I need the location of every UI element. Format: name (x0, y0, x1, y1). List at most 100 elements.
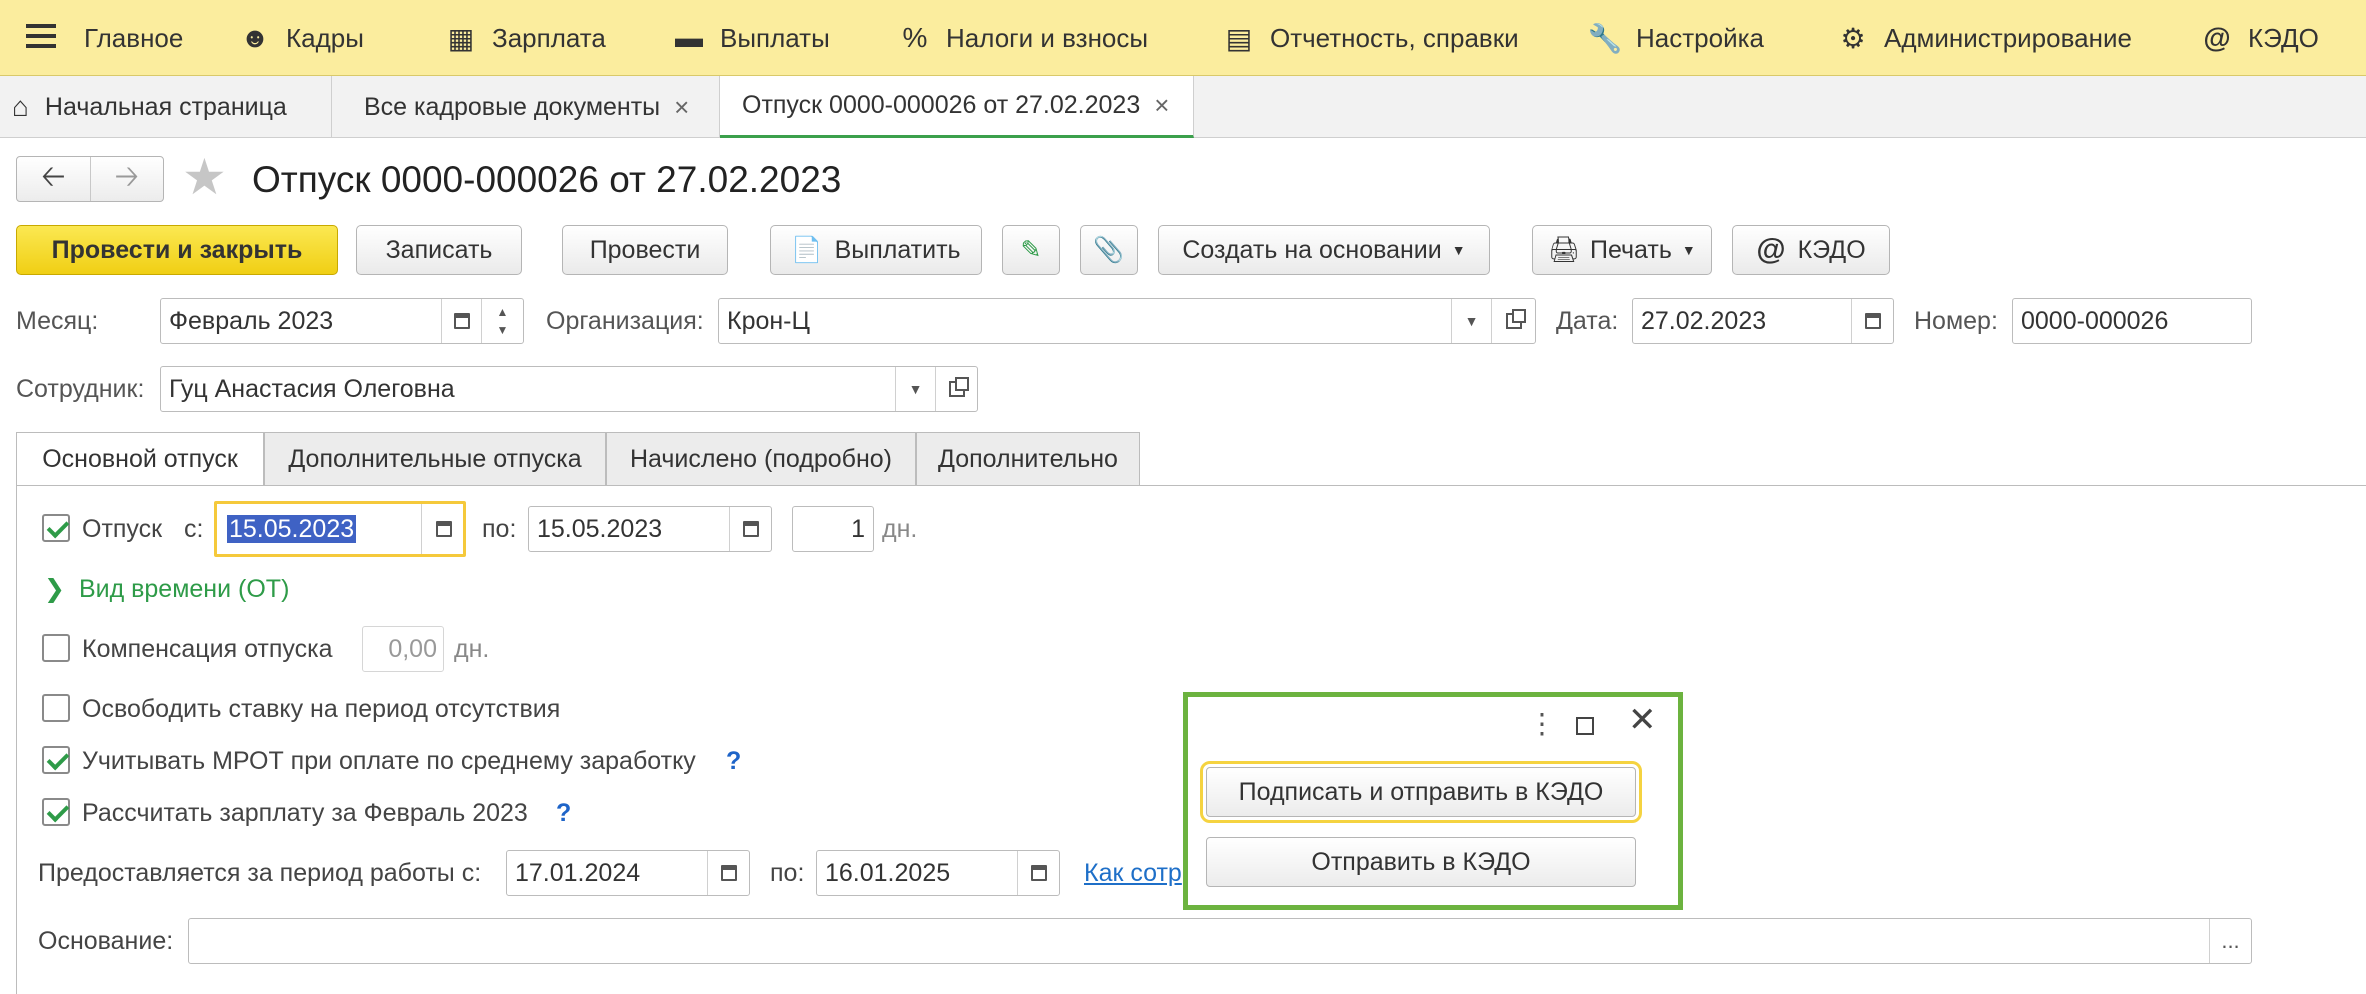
sign-button[interactable]: ✎ (1002, 225, 1060, 275)
menu-item-reports[interactable]: ▤ Отчетность, справки (1222, 0, 1519, 76)
paperclip-icon: 📎 (1093, 235, 1125, 264)
vacation-checkbox[interactable] (42, 514, 70, 542)
dropdown-caret-icon: ▼ (1451, 242, 1466, 258)
menu-item-payments[interactable]: ▬ Выплаты (672, 0, 830, 76)
calendar-icon[interactable] (441, 299, 481, 343)
tab-main-vacation[interactable]: Основной отпуск (16, 432, 264, 486)
open-tabs-bar: ⌂ Начальная страница Все кадровые докуме… (0, 76, 2366, 138)
up-caret-icon[interactable]: ▲ (497, 303, 509, 321)
organization-field[interactable]: Крон-Ц ▼ (718, 298, 1536, 344)
more-options-icon[interactable]: ⋮ (1528, 707, 1556, 740)
date-field[interactable]: 27.02.2023 (1632, 298, 1894, 344)
open-external-icon[interactable] (1491, 299, 1535, 343)
calendar-icon[interactable] (421, 504, 465, 554)
panel-border (16, 486, 17, 994)
close-icon[interactable]: × (674, 92, 689, 123)
to-label: по: (482, 515, 517, 543)
calculator-icon: ▦ (447, 22, 475, 54)
maximize-icon[interactable] (1576, 717, 1594, 735)
mrot-checkbox[interactable] (42, 746, 70, 774)
month-label: Месяц: (16, 307, 99, 335)
dropdown-icon[interactable]: ▼ (1451, 299, 1491, 343)
basis-field[interactable]: ... (188, 918, 2252, 964)
forward-arrow-icon[interactable]: 🡢 (91, 157, 164, 201)
period-from-field[interactable]: 17.01.2024 (506, 850, 750, 896)
menu-item-taxes[interactable]: % Налоги и взносы (898, 0, 1149, 76)
tab-vacation-document[interactable]: Отпуск 0000-000026 от 27.02.2023 × (720, 76, 1194, 138)
month-field[interactable]: Февраль 2023 ▲ ▼ (160, 298, 524, 344)
menu-item-kedo[interactable]: @ КЭДО (2200, 0, 2318, 76)
dropdown-icon[interactable]: ▼ (895, 367, 935, 411)
tab-home[interactable]: ⌂ Начальная страница (0, 76, 332, 138)
calendar-icon[interactable] (1017, 851, 1059, 895)
pay-button[interactable]: 📄 Выплатить (770, 225, 982, 275)
nav-buttons: 🡠 🡢 (16, 156, 164, 202)
calc-salary-label: Рассчитать зарплату за Февраль 2023 (82, 799, 528, 827)
calendar-icon[interactable] (729, 507, 771, 551)
basis-select-button[interactable]: ... (2209, 919, 2251, 963)
down-caret-icon[interactable]: ▼ (497, 321, 509, 339)
favorite-star-icon[interactable]: ★ (182, 152, 227, 202)
vacation-to-field[interactable]: 15.05.2023 (528, 506, 772, 552)
menu-item-salary[interactable]: ▦ Зарплата (444, 0, 606, 76)
calc-salary-checkbox[interactable] (42, 798, 70, 826)
hamburger-menu-icon[interactable] (26, 24, 56, 50)
tab-divider (16, 485, 2366, 486)
organization-label: Организация: (546, 307, 704, 335)
calendar-icon[interactable] (707, 851, 749, 895)
pen-sign-icon: ✎ (1020, 236, 1042, 264)
at-icon: @ (1756, 233, 1786, 266)
compensation-label: Компенсация отпуска (82, 635, 333, 663)
dropdown-caret-icon: ▼ (1681, 242, 1696, 258)
period-to-label: по: (770, 859, 805, 887)
reports-icon: ▤ (1225, 22, 1253, 54)
post-and-close-button[interactable]: Провести и закрыть (16, 225, 338, 275)
basis-label: Основание: (38, 927, 174, 955)
date-label: Дата: (1556, 307, 1619, 335)
number-field[interactable]: 0000-000026 (2012, 298, 2252, 344)
back-arrow-icon[interactable]: 🡠 (17, 157, 91, 201)
tab-additional[interactable]: Дополнительно (916, 432, 1140, 486)
time-type-expander[interactable]: ❯ Вид времени (ОТ) (44, 574, 289, 604)
post-button[interactable]: Провести (562, 225, 728, 275)
from-label: с: (184, 515, 204, 543)
send-kedo-button[interactable]: Отправить в КЭДО (1206, 837, 1636, 887)
employee-label: Сотрудник: (16, 375, 145, 403)
tab-all-hr-documents[interactable]: Все кадровые документы × (332, 76, 720, 138)
print-button[interactable]: 🖨 Печать ▼ (1532, 225, 1712, 275)
menu-item-admin[interactable]: ⚙ Администрирование (1836, 0, 2132, 76)
save-button[interactable]: Записать (356, 225, 522, 275)
period-to-field[interactable]: 16.01.2025 (816, 850, 1060, 896)
help-icon[interactable]: ? (556, 798, 571, 828)
days-unit: дн. (882, 515, 918, 543)
gear-icon: ⚙ (1840, 22, 1866, 54)
calendar-icon[interactable] (1851, 299, 1893, 343)
sign-and-send-kedo-button[interactable]: Подписать и отправить в КЭДО (1200, 761, 1642, 823)
menu-item-settings[interactable]: 🔧 Настройка (1588, 0, 1764, 76)
kedo-button[interactable]: @ КЭДО (1732, 225, 1890, 275)
vacation-from-field[interactable]: 15.05.2023 (214, 501, 466, 557)
home-icon: ⌂ (12, 91, 29, 122)
top-menu: Главное ☻ Кадры ▦ Зарплата ▬ Выплаты % Налог… (0, 0, 2366, 76)
people-icon: ☻ (240, 22, 270, 53)
how-employee-link[interactable]: Как сотр (1084, 858, 1182, 888)
kedo-popup: ⋮ ✕ Подписать и отправить в КЭДО Отправи… (1183, 692, 1683, 910)
close-icon[interactable]: × (1154, 90, 1169, 121)
release-rate-checkbox[interactable] (42, 694, 70, 722)
close-icon[interactable]: ✕ (1628, 703, 1657, 737)
tab-accrued-detailed[interactable]: Начислено (подробно) (606, 432, 916, 486)
open-external-icon[interactable] (935, 367, 977, 411)
menu-item-hr[interactable]: ☻ Кадры (238, 0, 364, 76)
compensation-checkbox[interactable] (42, 634, 70, 662)
compensation-unit: дн. (454, 635, 490, 663)
days-field[interactable]: 1 (792, 506, 874, 552)
create-based-on-button[interactable]: Создать на основании ▼ (1158, 225, 1490, 275)
wallet-icon: ▬ (675, 22, 703, 53)
menu-item-main[interactable]: Главное (84, 0, 183, 76)
employee-field[interactable]: Гуц Анастасия Олеговна ▼ (160, 366, 978, 412)
wrench-icon: 🔧 (1587, 22, 1623, 54)
help-icon[interactable]: ? (726, 746, 741, 776)
attach-button[interactable]: 📎 (1080, 225, 1138, 275)
tab-additional-vacations[interactable]: Дополнительные отпуска (264, 432, 606, 486)
month-stepper[interactable]: ▲ ▼ (481, 299, 523, 343)
